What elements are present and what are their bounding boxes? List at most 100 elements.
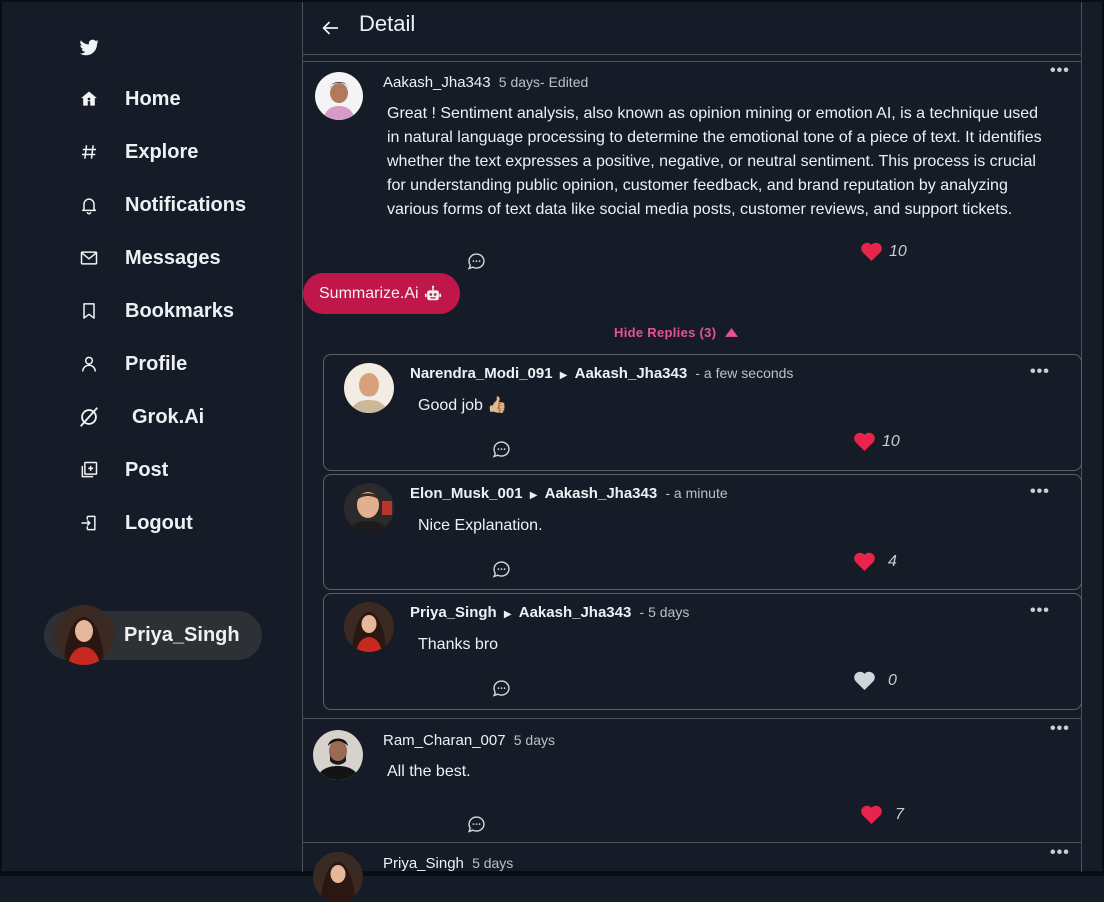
current-user-name: Priya_Singh	[124, 624, 240, 646]
comment-icon[interactable]	[466, 814, 488, 836]
back-arrow-icon[interactable]	[319, 17, 343, 41]
comment-text: All the best.	[387, 763, 471, 780]
twitter-bird-icon[interactable]	[78, 36, 100, 58]
sidebar-item-grok[interactable]: Grok.Ai	[76, 402, 204, 432]
hide-replies-toggle[interactable]: Hide Replies (3)	[614, 325, 739, 340]
reply-target[interactable]: Aakash_Jha343	[519, 604, 632, 621]
like-button[interactable]: 0	[853, 670, 897, 691]
reply-text: Thanks bro	[418, 636, 499, 653]
divider	[303, 842, 1081, 843]
heart-icon	[854, 432, 875, 452]
logout-icon	[76, 510, 102, 536]
like-count: 10	[889, 242, 907, 260]
sidebar-item-bookmarks[interactable]: Bookmarks	[76, 296, 234, 326]
add-post-icon	[76, 457, 102, 483]
comment-author[interactable]: Priya_Singh	[383, 855, 464, 872]
reply-card: Priya_Singh ▶ Aakash_Jha343 - 5 days •••…	[323, 593, 1082, 710]
avatar	[54, 605, 114, 665]
sidebar-item-label: Post	[125, 458, 169, 481]
sidebar-item-post[interactable]: Post	[76, 455, 168, 485]
sidebar-item-notifications[interactable]: Notifications	[76, 190, 246, 220]
user-icon	[76, 351, 102, 377]
sidebar-item-label: Notifications	[125, 193, 247, 216]
robot-icon	[424, 285, 441, 300]
avatar[interactable]	[344, 483, 394, 533]
caret-up-icon	[725, 328, 739, 337]
divider	[303, 54, 1081, 55]
comment-icon[interactable]	[491, 678, 513, 700]
like-count: 4	[888, 552, 897, 570]
reply-author[interactable]: Elon_Musk_001	[410, 485, 523, 502]
mail-icon	[76, 245, 102, 271]
reply-time: - a few seconds	[695, 365, 794, 381]
heart-icon	[854, 552, 875, 572]
reply-card: Elon_Musk_001 ▶ Aakash_Jha343 - a minute…	[323, 474, 1082, 590]
sidebar: Home Explore Notifications Messages Book…	[2, 2, 302, 872]
more-options-button[interactable]: •••	[1050, 844, 1070, 862]
more-options-button[interactable]: •••	[1030, 363, 1050, 381]
comment-icon[interactable]	[466, 251, 488, 273]
sidebar-item-logout[interactable]: Logout	[76, 508, 193, 538]
divider	[303, 61, 1081, 62]
more-options-button[interactable]: •••	[1050, 720, 1070, 738]
sidebar-item-messages[interactable]: Messages	[76, 243, 221, 273]
grok-icon	[76, 404, 102, 430]
sidebar-item-profile[interactable]: Profile	[76, 349, 187, 379]
reply-time: - a minute	[665, 485, 728, 501]
reply-text: Good job 👍🏼	[418, 397, 508, 414]
avatar[interactable]	[344, 602, 394, 652]
more-options-button[interactable]: •••	[1030, 483, 1050, 501]
sidebar-item-explore[interactable]: Explore	[76, 137, 198, 167]
bell-icon	[76, 192, 102, 218]
more-options-button[interactable]: •••	[1050, 62, 1070, 80]
avatar[interactable]	[315, 72, 363, 120]
comment-author[interactable]: Ram_Charan_007	[383, 732, 506, 749]
caret-right-icon: ▶	[503, 609, 512, 620]
reply-author[interactable]: Narendra_Modi_091	[410, 365, 553, 382]
like-count: 7	[895, 805, 904, 823]
page-title: Detail	[359, 11, 416, 36]
like-count: 10	[882, 432, 900, 450]
reply-target[interactable]: Aakash_Jha343	[545, 485, 658, 502]
heart-icon	[861, 805, 882, 825]
like-button[interactable]: 10	[860, 241, 907, 262]
home-icon	[76, 86, 102, 112]
sidebar-item-label: Grok.Ai	[132, 405, 205, 428]
hash-icon	[76, 139, 102, 165]
detail-panel: Detail Aakash_Jha343 5 days- Edited ••• …	[302, 2, 1082, 902]
hide-replies-label: Hide Replies (3)	[614, 325, 717, 340]
reply-target[interactable]: Aakash_Jha343	[575, 365, 688, 382]
like-button[interactable]: 7	[860, 804, 904, 825]
sidebar-item-label: Profile	[125, 352, 188, 375]
heart-icon	[854, 671, 875, 691]
post-text: Great ! Sentiment analysis, also known a…	[387, 105, 1042, 218]
comment-time: 5 days	[472, 855, 514, 871]
sidebar-item-label: Logout	[125, 511, 193, 534]
avatar[interactable]	[313, 852, 363, 902]
comment-time: 5 days	[513, 732, 555, 748]
sidebar-item-label: Explore	[125, 140, 199, 163]
current-user-button[interactable]: Priya_Singh	[44, 605, 262, 665]
sidebar-item-label: Bookmarks	[125, 299, 234, 322]
sidebar-item-home[interactable]: Home	[76, 84, 181, 114]
comment-icon[interactable]	[491, 559, 513, 581]
like-button[interactable]: 10	[853, 431, 900, 452]
summarize-ai-button[interactable]: Summarize.Ai	[303, 273, 460, 314]
app-window: Home Explore Notifications Messages Book…	[0, 0, 1104, 902]
sidebar-item-label: Home	[125, 87, 181, 110]
comment-icon[interactable]	[491, 439, 513, 461]
summarize-ai-label: Summarize.Ai	[319, 284, 419, 302]
post-meta: 5 days- Edited	[498, 74, 589, 90]
reply-time: - 5 days	[639, 604, 690, 620]
reply-card: Narendra_Modi_091 ▶ Aakash_Jha343 - a fe…	[323, 354, 1082, 471]
reply-author[interactable]: Priya_Singh	[410, 604, 497, 621]
avatar[interactable]	[344, 363, 394, 413]
caret-right-icon: ▶	[559, 370, 568, 381]
reply-text: Nice Explanation.	[418, 517, 543, 534]
like-button[interactable]: 4	[853, 551, 897, 572]
divider	[303, 718, 1081, 719]
avatar[interactable]	[313, 730, 363, 780]
caret-right-icon: ▶	[529, 490, 538, 501]
post-author[interactable]: Aakash_Jha343	[383, 74, 491, 91]
more-options-button[interactable]: •••	[1030, 602, 1050, 620]
